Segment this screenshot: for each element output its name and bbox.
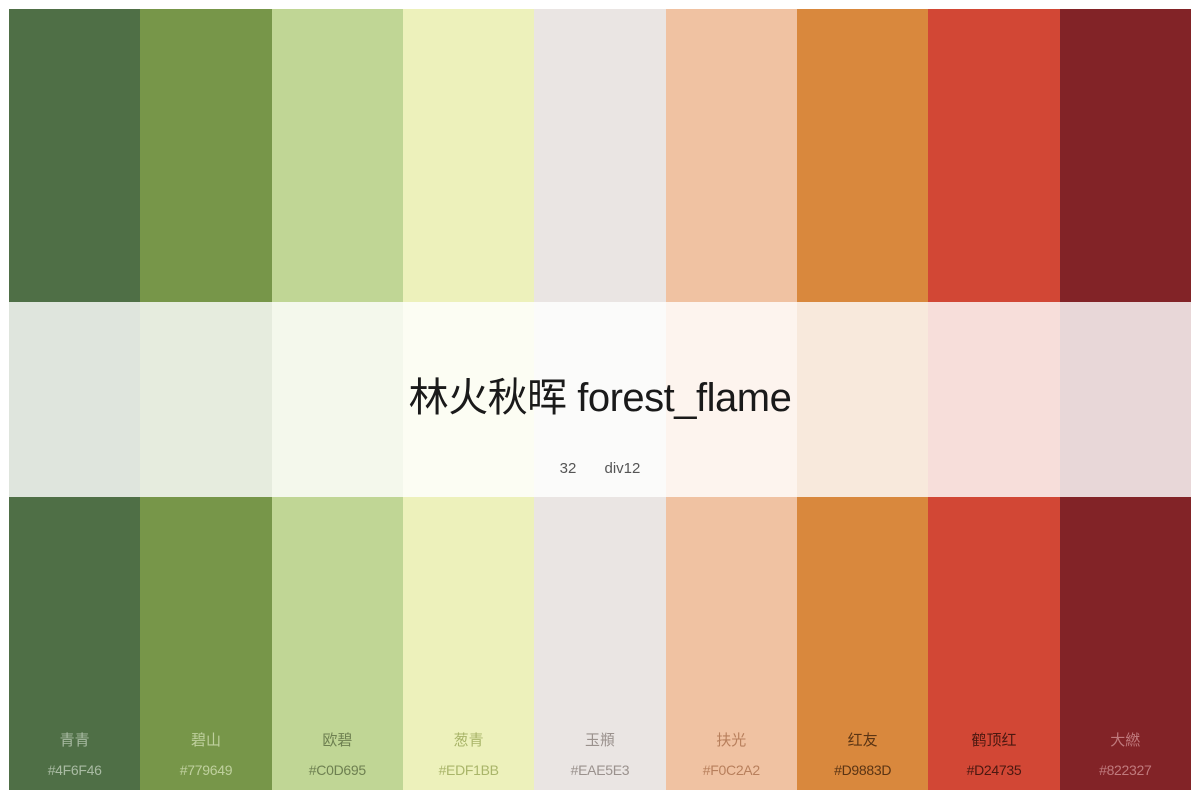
swatch-hex: #C0D695 [308, 762, 366, 778]
swatch-name: 大繎 [1110, 732, 1141, 749]
swatch-hex: #D24735 [966, 762, 1022, 778]
palette-count: 32 [559, 460, 577, 477]
swatch-hex: #779649 [179, 762, 233, 778]
palette-title: 林火秋晖 forest_flame [408, 376, 792, 420]
swatch-hex: #4F6F46 [47, 762, 102, 778]
swatch-name: 红友 [847, 732, 878, 749]
swatch-hex: #F0C2A2 [702, 762, 760, 778]
swatch-hex: #822327 [1099, 762, 1152, 778]
swatch-name: 碧山 [190, 732, 221, 749]
swatch-hex: #D9883D [834, 762, 892, 778]
swatch-hex: #EDF1BB [438, 762, 499, 778]
palette-meta: 32 div12 [9, 459, 1191, 479]
swatch-name: 葱青 [453, 732, 484, 749]
swatch-name: 扶光 [716, 732, 747, 749]
swatch-name: 欧碧 [322, 732, 353, 749]
swatch-name: 鹤顶红 [971, 732, 1017, 749]
swatch-name: 玉頩 [584, 732, 615, 749]
palette-type: div12 [604, 460, 641, 477]
swatch-hex: #EAE5E3 [570, 762, 630, 778]
title-banner: 林火秋晖 forest_flame 32 div12 [9, 302, 1191, 497]
swatch-name: 青青 [59, 732, 90, 749]
